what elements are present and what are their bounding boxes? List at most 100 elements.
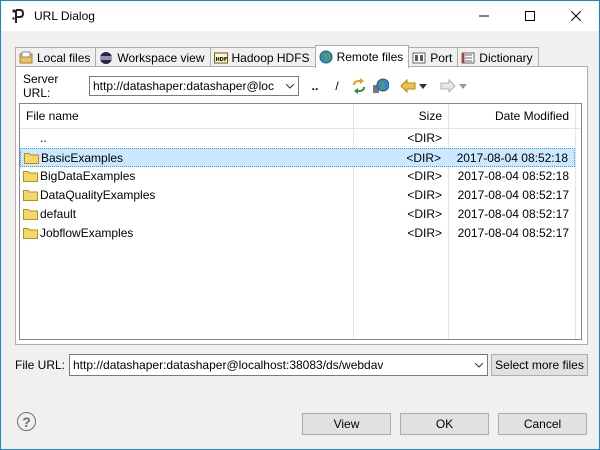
folder-icon	[24, 153, 39, 164]
table-header: File name Size Date Modified	[20, 104, 581, 129]
file-size: <DIR>	[407, 226, 442, 240]
tab-label: Dictionary	[479, 51, 533, 65]
column-divider	[575, 104, 576, 339]
tab-label: Remote files	[336, 50, 404, 64]
arrow-left-icon	[400, 79, 416, 93]
file-size: <DIR>	[407, 207, 442, 221]
app-logo-icon	[10, 8, 26, 24]
column-header-file-name[interactable]: File name	[26, 104, 79, 128]
globe-icon	[319, 50, 333, 64]
caret-down-icon	[419, 83, 427, 89]
connect-button[interactable]	[372, 77, 390, 95]
close-icon	[571, 11, 581, 21]
server-url-combo[interactable]: http://datashaper:datashaper@loc	[89, 76, 299, 96]
server-url-row: Server URL: http://datashaper:datashaper…	[23, 72, 299, 100]
tab-label: Port	[430, 51, 453, 65]
help-icon[interactable]: ?	[17, 412, 36, 431]
table-row[interactable]: BasicExamples <DIR> 2017-08-04 08:52:18	[20, 148, 575, 167]
file-size: <DIR>	[406, 151, 441, 165]
table-row[interactable]: default <DIR> 2017-08-04 08:52:17	[20, 205, 575, 224]
file-date: 2017-08-04 08:52:17	[457, 188, 569, 202]
svg-text:HDFS: HDFS	[215, 57, 228, 63]
file-date: 2017-08-04 08:52:18	[456, 151, 568, 165]
network-globe-icon	[373, 78, 389, 93]
parent-directory-label: ..	[311, 79, 319, 93]
tab-label: Hadoop HDFS	[231, 51, 310, 65]
ok-button[interactable]: OK	[400, 413, 489, 435]
ok-button-label: OK	[435, 417, 454, 431]
refresh-icon	[353, 78, 365, 94]
parent-directory-button[interactable]: ..	[308, 77, 322, 95]
tab-remote-files[interactable]: Remote files	[314, 45, 410, 68]
file-name: default	[40, 207, 77, 221]
back-history-dropdown[interactable]	[418, 77, 428, 95]
root-directory-label: /	[335, 79, 339, 93]
table-row[interactable]: BigDataExamples <DIR> 2017-08-04 08:52:1…	[20, 167, 575, 186]
folder-icon	[23, 171, 38, 182]
file-size: <DIR>	[407, 131, 442, 145]
folder-icon	[23, 190, 38, 201]
tab-label: Workspace view	[117, 51, 205, 65]
folder-icon	[23, 209, 38, 220]
file-name: BigDataExamples	[40, 169, 136, 183]
refresh-button[interactable]	[350, 77, 368, 95]
tab-hadoop-hdfs[interactable]: HDFS Hadoop HDFS	[209, 47, 316, 68]
table-row[interactable]: DataQualityExamples <DIR> 2017-08-04 08:…	[20, 186, 575, 205]
caret-down-icon	[459, 83, 467, 89]
table-row[interactable]: .. <DIR>	[20, 129, 575, 148]
dictionary-icon	[461, 51, 475, 65]
minimize-button[interactable]	[461, 1, 507, 31]
column-header-date-modified[interactable]: Date Modified	[450, 104, 569, 128]
url-dialog: URL Dialog Local files Workspace view HD…	[0, 0, 600, 450]
minimize-icon	[479, 15, 489, 17]
tab-label: Local files	[37, 51, 91, 65]
select-more-files-button[interactable]: Select more files	[491, 354, 588, 376]
forward-button[interactable]	[440, 77, 456, 95]
port-icon	[412, 51, 426, 65]
tab-port[interactable]: Port	[408, 47, 459, 68]
file-size: <DIR>	[407, 169, 442, 183]
arrow-right-icon	[440, 79, 456, 93]
file-url-combo[interactable]: http://datashaper:datashaper@localhost:3…	[69, 354, 488, 376]
tab-dictionary[interactable]: Dictionary	[457, 47, 539, 68]
server-url-label: Server URL:	[23, 72, 59, 100]
source-tabs: Local files Workspace view HDFS Hadoop H…	[15, 45, 539, 68]
tab-local-files[interactable]: Local files	[15, 47, 97, 68]
file-url-label: File URL:	[15, 358, 66, 372]
chevron-down-icon[interactable]	[471, 356, 487, 374]
select-more-files-label: Select more files	[495, 358, 584, 372]
tab-workspace-view[interactable]: Workspace view	[95, 47, 211, 68]
chevron-down-icon[interactable]	[282, 77, 298, 95]
view-button[interactable]: View	[302, 413, 391, 435]
file-date: 2017-08-04 08:52:18	[457, 169, 569, 183]
eclipse-workspace-icon	[99, 51, 113, 65]
cancel-button-label: Cancel	[523, 417, 562, 431]
file-url-row: File URL: http://datashaper:datashaper@l…	[15, 353, 488, 377]
file-list-table[interactable]: File name Size Date Modified .. <DIR> Ba…	[19, 103, 582, 340]
close-button[interactable]	[553, 1, 599, 31]
maximize-button[interactable]	[507, 1, 553, 31]
file-name: JobflowExamples	[40, 226, 134, 240]
file-date: 2017-08-04 08:52:17	[457, 207, 569, 221]
title-bar[interactable]: URL Dialog	[1, 1, 599, 31]
window-title: URL Dialog	[34, 9, 95, 23]
local-files-icon	[19, 51, 33, 65]
forward-history-dropdown[interactable]	[458, 77, 468, 95]
server-url-value: http://datashaper:datashaper@loc	[93, 79, 274, 93]
remote-files-panel: Server URL: http://datashaper:datashaper…	[15, 66, 588, 345]
file-date: 2017-08-04 08:52:17	[457, 226, 569, 240]
file-name: ..	[40, 131, 47, 145]
file-name: BasicExamples	[41, 151, 124, 165]
root-directory-button[interactable]: /	[330, 77, 344, 95]
folder-icon	[23, 228, 38, 239]
view-button-label: View	[333, 417, 360, 431]
maximize-icon	[525, 11, 535, 21]
hdfs-icon: HDFS	[213, 51, 231, 65]
file-size: <DIR>	[407, 188, 442, 202]
column-header-size[interactable]: Size	[354, 104, 442, 128]
cancel-button[interactable]: Cancel	[498, 413, 587, 435]
back-button[interactable]	[400, 77, 416, 95]
file-url-value: http://datashaper:datashaper@localhost:3…	[73, 358, 384, 372]
file-name: DataQualityExamples	[40, 188, 156, 202]
table-row[interactable]: JobflowExamples <DIR> 2017-08-04 08:52:1…	[20, 224, 575, 243]
